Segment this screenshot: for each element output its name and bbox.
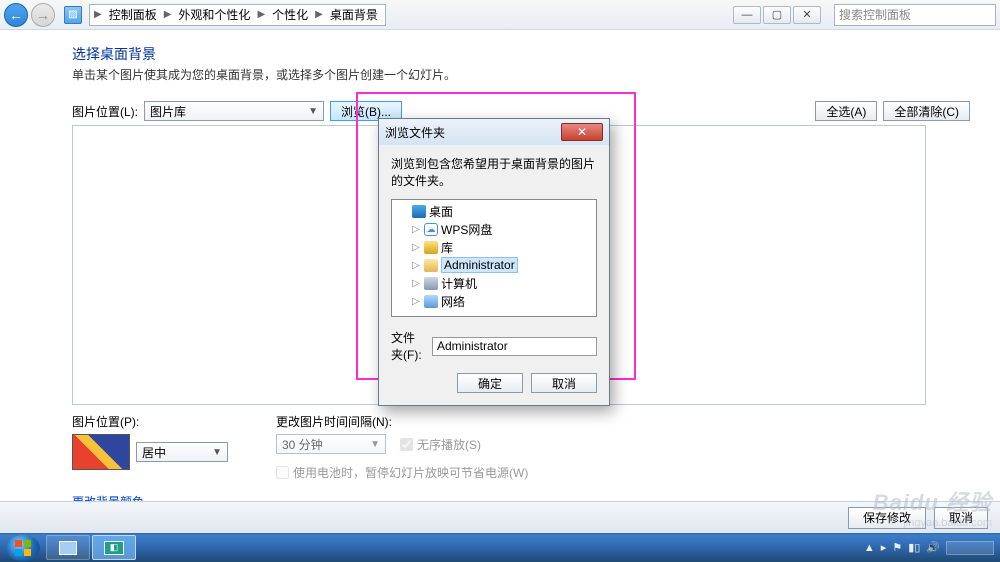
breadcrumb-personalization[interactable]: 个性化 — [267, 5, 313, 25]
tree-label: Administrator — [441, 257, 518, 273]
nav-forward-button[interactable]: → — [31, 3, 55, 27]
clear-all-button[interactable]: 全部清除(C) — [883, 101, 970, 121]
flag-icon[interactable]: ▸ — [881, 541, 887, 554]
change-interval-label: 更改图片时间间隔(N): — [276, 413, 528, 430]
tree-item-administrator[interactable]: ▷Administrator — [396, 256, 592, 274]
system-tray[interactable]: ▲ ▸ ⚑ ▮▯ 🔊 — [864, 541, 1000, 555]
change-interval-value: 30 分钟 — [282, 436, 323, 453]
window-controls: — ▢ ✕ — [733, 6, 821, 24]
tree-label: 计算机 — [441, 275, 477, 292]
computer-icon — [424, 277, 438, 290]
battery-label: 使用电池时，暂停幻灯片放映可节省电源(W) — [293, 464, 528, 481]
breadcrumb-desktop-bg[interactable]: 桌面背景 — [325, 5, 383, 25]
browse-folder-dialog: 浏览文件夹 ✕ 浏览到包含您希望用于桌面背景的图片的文件夹。 桌面 ▷☁WPS网… — [378, 118, 610, 406]
tree-item-computer[interactable]: ▷计算机 — [396, 274, 592, 292]
search-input[interactable]: 搜索控制面板 — [834, 4, 996, 26]
pic-location-combo[interactable]: 图片库 ▼ — [144, 101, 324, 121]
chevron-right-icon: ▶ — [255, 9, 267, 20]
network-icon — [424, 295, 438, 308]
cancel-button[interactable]: 取消 — [934, 507, 988, 529]
breadcrumb-control-panel[interactable]: 控制面板 — [104, 5, 162, 25]
dialog-ok-button[interactable]: 确定 — [457, 373, 523, 393]
dialog-close-button[interactable]: ✕ — [561, 123, 603, 141]
picture-position-combo[interactable]: 居中 ▼ — [136, 442, 228, 462]
chevron-right-icon: ▶ — [162, 9, 174, 20]
tree-item-desktop[interactable]: 桌面 — [396, 202, 592, 220]
chevron-down-icon: ▼ — [308, 106, 318, 117]
flag-icon[interactable]: ⚑ — [892, 541, 902, 554]
tree-item-library[interactable]: ▷库 — [396, 238, 592, 256]
desktop-icon — [412, 205, 426, 218]
tray-up-icon[interactable]: ▲ — [864, 542, 875, 554]
tree-item-wps[interactable]: ▷☁WPS网盘 — [396, 220, 592, 238]
save-changes-button[interactable]: 保存修改 — [848, 507, 926, 529]
address-icon: ▨ — [64, 6, 82, 24]
shuffle-label: 无序播放(S) — [417, 436, 481, 453]
network-icon[interactable]: ▮▯ — [908, 541, 920, 554]
folder-input[interactable] — [432, 337, 597, 356]
footer-bar: 保存修改 取消 — [0, 501, 1000, 533]
shuffle-checkbox: 无序播放(S) — [400, 436, 481, 453]
close-button[interactable]: ✕ — [793, 6, 821, 24]
breadcrumb-appearance[interactable]: 外观和个性化 — [173, 5, 255, 25]
picture-position-label: 图片位置(P): — [72, 413, 228, 430]
dialog-cancel-button[interactable]: 取消 — [531, 373, 597, 393]
nav-back-button[interactable]: ← — [4, 3, 28, 27]
tree-label: 桌面 — [429, 203, 453, 220]
tree-item-network[interactable]: ▷网络 — [396, 292, 592, 310]
tree-label: 库 — [441, 239, 453, 256]
dialog-title: 浏览文件夹 — [385, 124, 445, 141]
folder-input-label: 文件夹(F): — [391, 329, 426, 363]
chevron-down-icon: ▼ — [370, 439, 380, 450]
page-title: 选择桌面背景 — [72, 44, 970, 64]
user-folder-icon — [424, 259, 438, 272]
taskbar-item[interactable] — [46, 535, 90, 560]
chevron-right-icon: ▶ — [92, 9, 104, 20]
library-icon — [424, 241, 438, 254]
chevron-right-icon: ▶ — [313, 9, 325, 20]
chevron-down-icon: ▼ — [212, 447, 222, 458]
pic-location-label: 图片位置(L): — [72, 103, 138, 120]
start-button[interactable] — [6, 535, 40, 561]
cloud-icon: ☁ — [424, 223, 438, 236]
taskbar-item-active[interactable]: ◧ — [92, 535, 136, 560]
shuffle-checkbox-input — [400, 438, 413, 451]
volume-icon[interactable]: 🔊 — [926, 541, 940, 554]
select-all-button[interactable]: 全选(A) — [815, 101, 877, 121]
tree-label: 网络 — [441, 293, 465, 310]
minimize-button[interactable]: — — [733, 6, 761, 24]
tree-label: WPS网盘 — [441, 221, 492, 238]
tray-clock[interactable] — [946, 541, 994, 555]
search-placeholder: 搜索控制面板 — [839, 6, 911, 23]
toolbar: ← → ▨ ▶ 控制面板 ▶ 外观和个性化 ▶ 个性化 ▶ 桌面背景 — ▢ ✕… — [0, 0, 1000, 30]
battery-checkbox: 使用电池时，暂停幻灯片放映可节省电源(W) — [276, 464, 528, 481]
picture-position-value: 居中 — [142, 444, 166, 461]
change-interval-combo: 30 分钟 ▼ — [276, 434, 386, 454]
dialog-message: 浏览到包含您希望用于桌面背景的图片的文件夹。 — [391, 155, 597, 189]
folder-tree[interactable]: 桌面 ▷☁WPS网盘 ▷库 ▷Administrator ▷计算机 ▷网络 — [391, 199, 597, 317]
dialog-titlebar[interactable]: 浏览文件夹 ✕ — [379, 119, 609, 145]
battery-checkbox-input — [276, 466, 289, 479]
maximize-button[interactable]: ▢ — [763, 6, 791, 24]
breadcrumb: ▶ 控制面板 ▶ 外观和个性化 ▶ 个性化 ▶ 桌面背景 — [89, 4, 386, 26]
page-subtitle: 单击某个图片使其成为您的桌面背景，或选择多个图片创建一个幻灯片。 — [72, 66, 970, 83]
taskbar: ◧ ▲ ▸ ⚑ ▮▯ 🔊 — [0, 533, 1000, 562]
pic-location-value: 图片库 — [150, 103, 186, 120]
position-thumbnail — [72, 434, 130, 470]
